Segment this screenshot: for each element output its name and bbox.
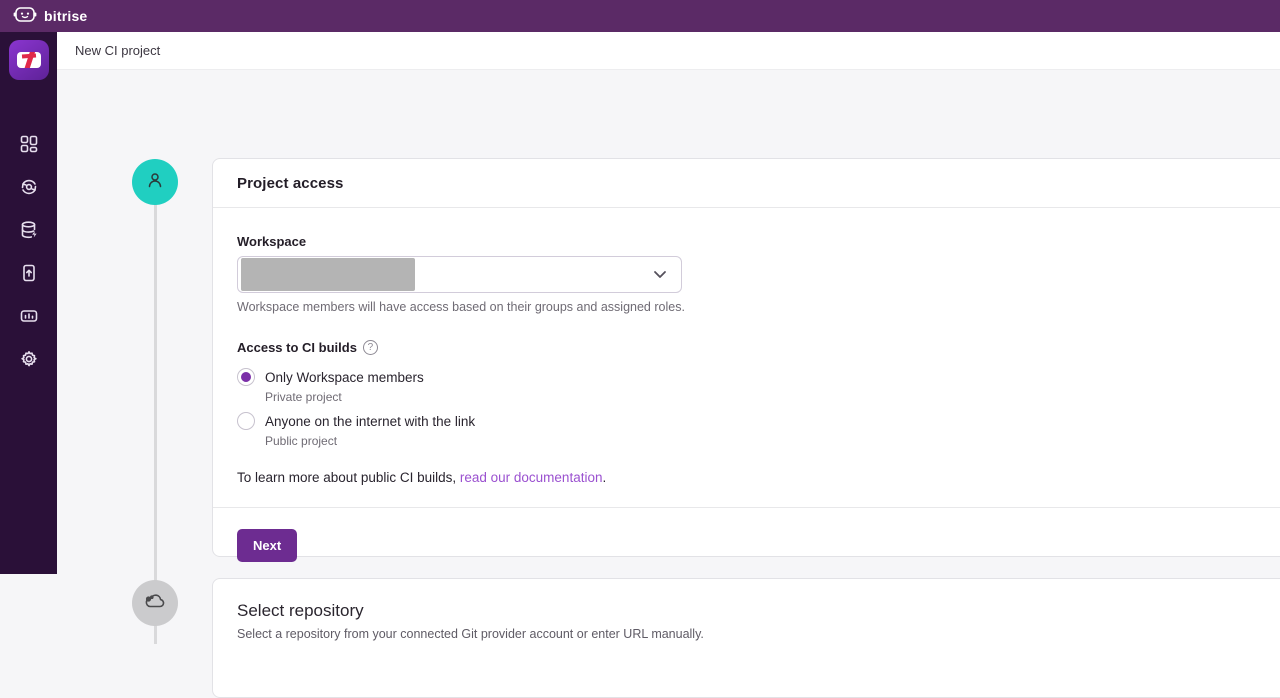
sidebar-item-devices[interactable]	[16, 265, 42, 285]
person-icon	[144, 169, 166, 196]
learn-more-text: To learn more about public CI builds, re…	[237, 470, 1280, 485]
sidebar-item-settings[interactable]	[16, 351, 42, 371]
radio-button-selected-icon[interactable]	[237, 368, 255, 386]
workspace-avatar-logo	[17, 52, 41, 68]
next-button[interactable]: Next	[237, 529, 297, 562]
project-access-card-footer: Next	[213, 507, 1280, 583]
stepper-connector-line	[154, 182, 157, 644]
insights-monitor-icon	[19, 306, 39, 331]
page-title: New CI project	[75, 43, 160, 58]
workspace-select[interactable]	[237, 256, 682, 293]
brand-wordmark: bitrise	[44, 8, 87, 24]
bitrise-logo[interactable]: bitrise	[13, 5, 87, 28]
project-access-title: Project access	[237, 175, 343, 192]
stepper-step-select-repository	[132, 580, 178, 626]
settings-gear-icon	[19, 349, 39, 374]
workspace-avatar[interactable]	[9, 40, 49, 80]
access-to-ci-builds-label: Access to CI builds	[237, 340, 357, 355]
sidebar-item-apps[interactable]	[16, 136, 42, 156]
select-repository-card: Select repository Select a repository fr…	[212, 578, 1280, 698]
project-access-card-header: Project access	[213, 159, 1280, 208]
radio-sublabel-private: Private project	[265, 390, 1280, 404]
select-repository-subtitle: Select a repository from your connected …	[237, 627, 1280, 641]
sidebar-item-release[interactable]	[16, 179, 42, 199]
chevron-down-icon	[653, 266, 667, 284]
radio-only-workspace-members[interactable]: Only Workspace members	[237, 368, 1280, 386]
page-header: New CI project	[57, 32, 1280, 70]
documentation-link[interactable]: read our documentation	[460, 470, 603, 485]
release-cycle-icon	[19, 177, 39, 202]
stepper-step-project-access	[132, 159, 178, 205]
top-bar: bitrise	[0, 0, 1280, 32]
radio-button-unselected-icon[interactable]	[237, 412, 255, 430]
sidebar-item-insights[interactable]	[16, 308, 42, 328]
apps-grid-icon	[19, 134, 39, 159]
bitrise-bot-icon	[13, 5, 37, 28]
access-radio-group: Only Workspace members Private project A…	[237, 368, 1280, 448]
radio-sublabel-public: Public project	[265, 434, 1280, 448]
sidebar-nav	[0, 32, 57, 574]
build-cache-icon	[19, 220, 39, 245]
workspace-label: Workspace	[237, 234, 1280, 249]
workspace-selected-value-redacted	[241, 258, 415, 291]
select-repository-title: Select repository	[237, 601, 1280, 621]
main-content: Project access Workspace Workspace membe…	[57, 70, 1280, 574]
workspace-helper-text: Workspace members will have access based…	[237, 300, 1280, 314]
project-access-card: Project access Workspace Workspace membe…	[212, 158, 1280, 557]
mobile-device-icon	[19, 263, 39, 288]
sidebar-item-build-cache[interactable]	[16, 222, 42, 242]
radio-anyone-with-link[interactable]: Anyone on the internet with the link	[237, 412, 1280, 430]
cloud-icon	[142, 590, 168, 617]
help-icon[interactable]: ?	[363, 340, 378, 355]
